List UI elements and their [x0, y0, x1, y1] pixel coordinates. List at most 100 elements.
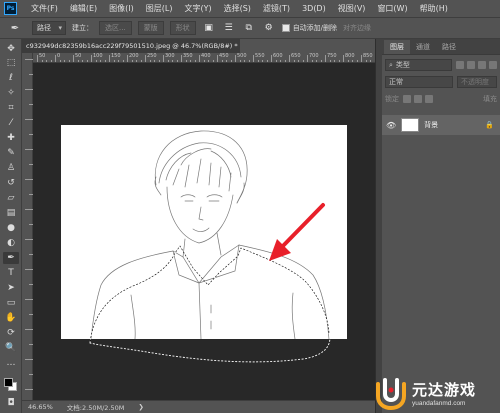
pen-tool-preset-icon[interactable]: ✒	[4, 20, 26, 36]
rotate-view-tool-icon[interactable]: ⟳	[5, 327, 17, 339]
path-operations-icon[interactable]: ▣	[202, 21, 216, 35]
clone-stamp-tool-icon[interactable]: ♙	[5, 162, 17, 174]
make-shape-button[interactable]: 形状	[169, 21, 196, 35]
ruler-tick	[25, 119, 33, 120]
marquee-tool-icon[interactable]: ⬚	[5, 57, 17, 69]
fill-label[interactable]: 填充	[483, 94, 497, 104]
lasso-tool-icon[interactable]: ℓ	[5, 72, 17, 84]
ruler-tick	[25, 359, 33, 360]
history-brush-tool-icon[interactable]: ↺	[5, 177, 17, 189]
blend-mode-select[interactable]: 正常	[385, 76, 453, 88]
search-icon: ⌕	[389, 60, 393, 69]
canvas-workspace[interactable]	[33, 63, 375, 400]
move-tool-icon[interactable]: ✥	[5, 43, 17, 55]
eraser-tool-icon[interactable]: ▱	[5, 192, 17, 204]
dodge-tool-icon[interactable]: ◐	[5, 237, 17, 249]
layer-row[interactable]: 👁 背景 🔒	[382, 115, 500, 135]
foreground-color-swatch[interactable]	[4, 378, 13, 387]
menu-view[interactable]: 视图(V)	[332, 3, 372, 14]
layers-panel: 图层 通道 路径 ⌕ 类型 正常 不透明度 锁定 填充 👁 背景 🔒	[382, 39, 500, 413]
ruler-major-tick	[235, 55, 236, 62]
make-selection-button[interactable]: 选区...	[99, 21, 132, 35]
document-size-info[interactable]: 文档:2.50M/2.50M	[67, 402, 125, 412]
auto-add-delete-label: 自动添加/删除	[292, 24, 338, 32]
type-filter-icon[interactable]	[478, 61, 486, 69]
auto-add-delete-checkbox[interactable]: 自动添加/删除	[281, 23, 338, 33]
lock-all-icon[interactable]	[425, 95, 433, 103]
menu-file[interactable]: 文件(F)	[25, 3, 64, 14]
path-alignment-icon[interactable]: ☰	[222, 21, 236, 35]
pen-tool-icon[interactable]: ✒	[3, 252, 19, 264]
more-tools-icon[interactable]: …	[5, 357, 17, 369]
ruler-tick-label: 150	[111, 53, 121, 59]
horizontal-ruler[interactable]: 50 0 50 100 150 200 250 300 350 400 450 500 550 600 65…	[33, 53, 375, 63]
quick-mask-icon[interactable]: ◘	[5, 397, 17, 409]
eyedropper-tool-icon[interactable]: ⁄	[5, 117, 17, 129]
ruler-major-tick	[307, 55, 308, 62]
magic-wand-tool-icon[interactable]: ✧	[5, 87, 17, 99]
tab-channels[interactable]: 通道	[410, 40, 436, 54]
make-mask-button[interactable]: 蒙版	[137, 21, 164, 35]
ruler-major-tick	[199, 55, 200, 62]
ruler-tick	[25, 89, 33, 90]
blur-tool-icon[interactable]: ●	[5, 222, 17, 234]
menu-filter[interactable]: 滤镜(T)	[257, 3, 296, 14]
menu-image[interactable]: 图像(I)	[103, 3, 140, 14]
eye-visibility-icon[interactable]: 👁	[386, 121, 396, 130]
ruler-tick-label: 250	[147, 53, 157, 59]
document-tab[interactable]: c932949dc82359b16acc229f79501510.jpeg @ …	[22, 39, 240, 53]
opacity-label[interactable]: 不透明度	[457, 76, 497, 88]
gradient-tool-icon[interactable]: ▤	[5, 207, 17, 219]
ruler-tick-label: 700	[309, 53, 319, 59]
menu-type[interactable]: 文字(Y)	[178, 3, 217, 14]
zoom-tool-icon[interactable]: 🔍	[5, 342, 17, 354]
crop-tool-icon[interactable]: ⌗	[5, 102, 17, 114]
ruler-tick	[25, 239, 33, 240]
type-tool-icon[interactable]: T	[5, 267, 17, 279]
rectangle-tool-icon[interactable]: ▭	[5, 297, 17, 309]
ruler-tick-label: 50	[75, 53, 82, 59]
ruler-major-tick	[289, 55, 290, 62]
menu-edit[interactable]: 编辑(E)	[64, 3, 103, 14]
path-selection-tool-icon[interactable]: ➤	[5, 282, 17, 294]
menu-select[interactable]: 选择(S)	[218, 3, 257, 14]
lock-position-icon[interactable]	[414, 95, 422, 103]
menu-window[interactable]: 窗口(W)	[371, 3, 413, 14]
watermark-logo-icon	[376, 377, 406, 410]
photoshop-logo-icon[interactable]: Ps	[4, 2, 17, 15]
pixel-filter-icon[interactable]	[456, 61, 464, 69]
menu-3d[interactable]: 3D(D)	[296, 4, 332, 13]
status-menu-arrow-icon[interactable]: ❯	[138, 403, 143, 411]
checkbox-checked-icon[interactable]	[281, 24, 290, 32]
lock-icons	[403, 95, 433, 103]
lock-pixels-icon[interactable]	[403, 95, 411, 103]
layer-kind-filter[interactable]: ⌕ 类型	[385, 59, 452, 71]
ruler-tick-label: 200	[129, 53, 139, 59]
tool-mode-select[interactable]: 路径	[32, 21, 66, 35]
document-tab-title: c932949dc82359b16acc229f79501510.jpeg @ …	[26, 42, 238, 50]
settings-gear-icon[interactable]: ⚙	[262, 21, 276, 35]
healing-brush-tool-icon[interactable]: ✚	[5, 132, 17, 144]
shape-filter-icon[interactable]	[489, 61, 497, 69]
align-edges-label[interactable]: 对齐边缘	[343, 23, 371, 33]
ruler-tick	[25, 209, 33, 210]
path-arrangement-icon[interactable]: ⧉	[242, 21, 256, 35]
ruler-tick	[25, 389, 33, 390]
tab-layers[interactable]: 图层	[384, 40, 410, 54]
ruler-tick-label: 800	[345, 53, 355, 59]
ruler-tick	[25, 149, 33, 150]
options-bar: ✒ 路径 建立： 选区... 蒙版 形状 ▣ ☰ ⧉ ⚙ 自动添加/删除 对齐边…	[0, 17, 500, 39]
vertical-ruler[interactable]	[22, 53, 33, 405]
collapsed-panel-dock[interactable]	[375, 39, 382, 413]
ruler-tick-label: 100	[93, 53, 103, 59]
menu-help[interactable]: 帮助(H)	[414, 3, 454, 14]
brush-tool-icon[interactable]: ✎	[5, 147, 17, 159]
zoom-level[interactable]: 46.65%	[28, 403, 53, 411]
ruler-major-tick	[217, 55, 218, 62]
menu-layer[interactable]: 图层(L)	[140, 3, 179, 14]
ruler-tick-label: 750	[327, 53, 337, 59]
hand-tool-icon[interactable]: ✋	[5, 312, 17, 324]
adjustment-filter-icon[interactable]	[467, 61, 475, 69]
ruler-tick-label: 550	[255, 53, 265, 59]
tab-paths[interactable]: 路径	[436, 40, 462, 54]
